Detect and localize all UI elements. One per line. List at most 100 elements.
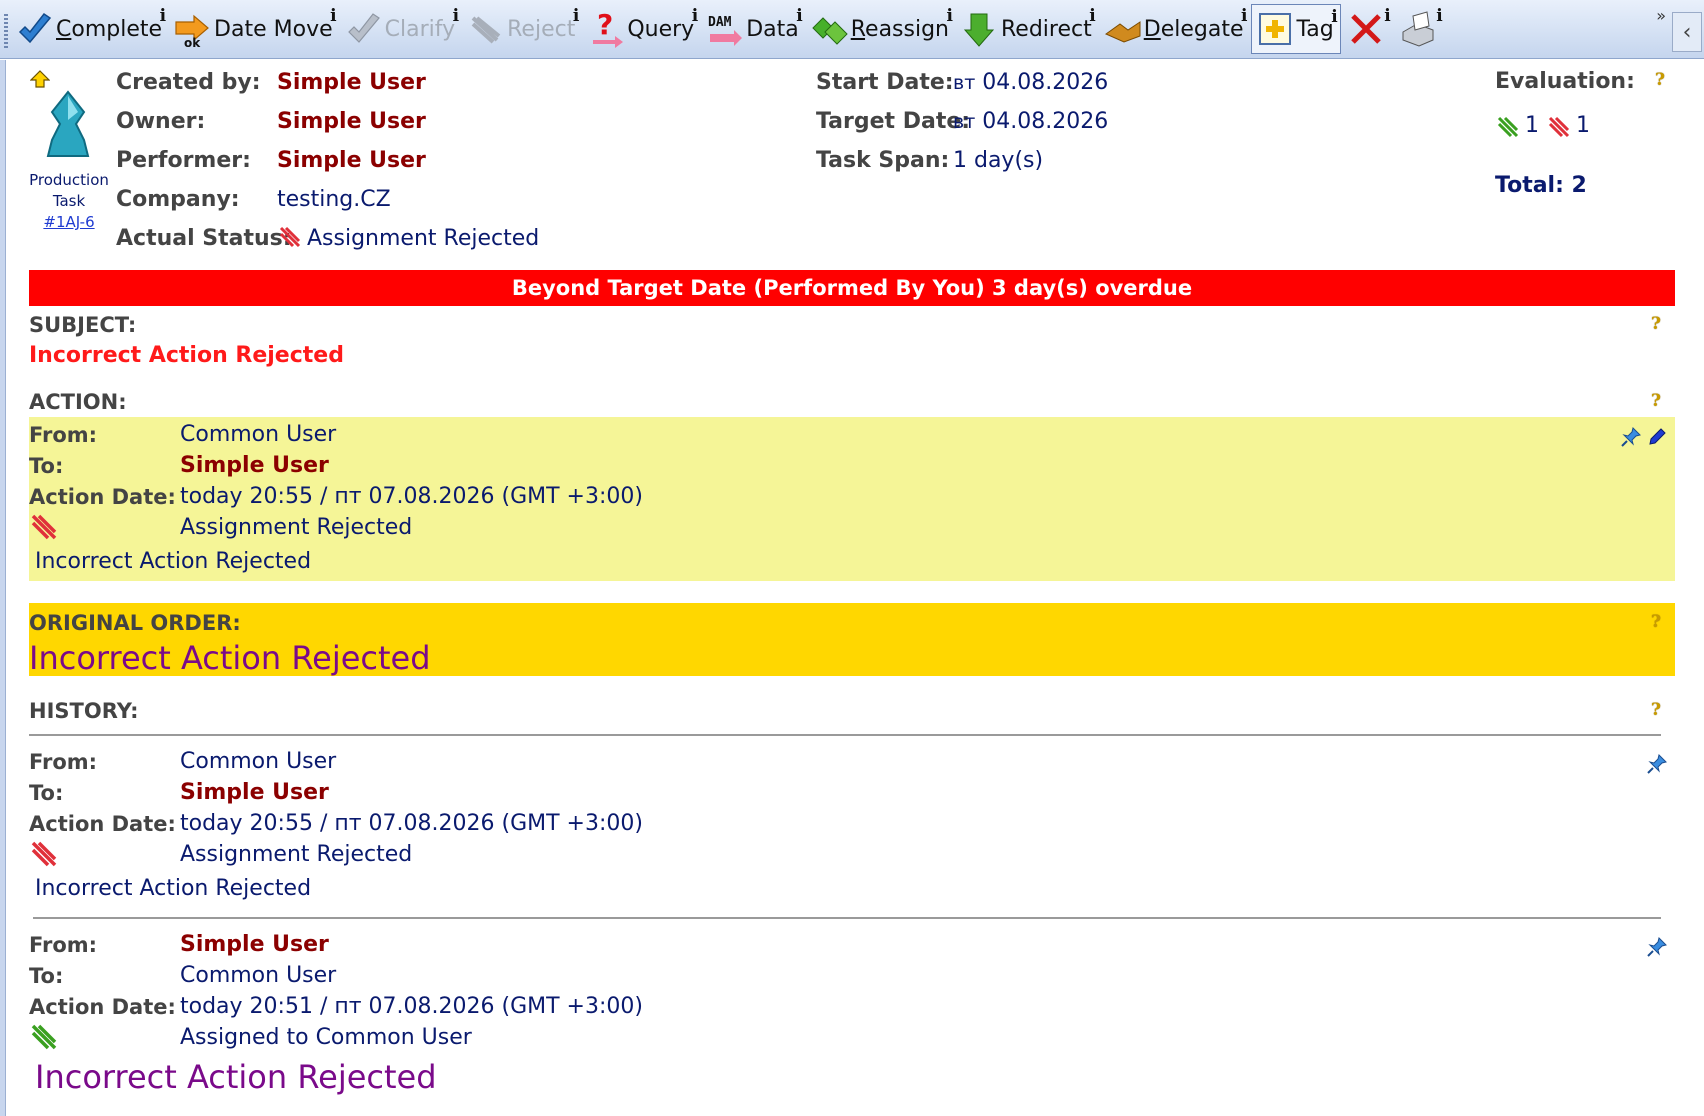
delegate-icon bbox=[1104, 21, 1141, 43]
pin-icon[interactable] bbox=[1647, 937, 1667, 957]
subject-help-icon[interactable]: ? bbox=[1648, 314, 1664, 334]
history-date-label: Action Date: bbox=[29, 812, 176, 836]
toolbar-grip[interactable] bbox=[4, 14, 8, 48]
date-move-sublabel: ok bbox=[184, 36, 201, 48]
complete-button[interactable]: Complete i bbox=[12, 4, 168, 54]
assignment-rejected-icon bbox=[31, 514, 57, 540]
reject-info-icon[interactable]: i bbox=[573, 6, 579, 26]
print-button[interactable]: i bbox=[1395, 4, 1445, 54]
history-from-value[interactable]: Common User bbox=[180, 749, 336, 774]
reassign-info-icon[interactable]: i bbox=[947, 6, 953, 26]
date-move-info-icon[interactable]: i bbox=[330, 6, 336, 26]
action-to-value[interactable]: Simple User bbox=[180, 453, 329, 478]
svg-text:?: ? bbox=[597, 10, 613, 41]
date-move-label: Date Move bbox=[214, 16, 333, 42]
redirect-icon bbox=[963, 13, 995, 47]
original-order-panel: ORIGINAL ORDER: Incorrect Action Rejecte… bbox=[29, 603, 1675, 677]
current-action-panel: From: Common User To: Simple User Action… bbox=[29, 417, 1675, 581]
action-from-value[interactable]: Common User bbox=[180, 422, 336, 447]
evaluation-label: Evaluation: bbox=[1495, 69, 1635, 94]
owner-label: Owner: bbox=[116, 109, 206, 134]
tag-button[interactable]: Tag i bbox=[1251, 4, 1341, 54]
complete-info-icon[interactable]: i bbox=[160, 6, 166, 26]
complete-icon bbox=[18, 12, 52, 44]
company-label: Company: bbox=[116, 187, 240, 212]
created-by-label: Created by: bbox=[116, 70, 261, 95]
subject-title: SUBJECT: bbox=[29, 313, 137, 337]
created-by-value[interactable]: Simple User bbox=[277, 70, 426, 95]
target-date-dow: вт bbox=[953, 111, 976, 133]
reject-icon bbox=[471, 16, 501, 44]
subject-text: Incorrect Action Rejected bbox=[29, 343, 344, 368]
history-to-value[interactable]: Simple User bbox=[180, 780, 329, 805]
performer-value[interactable]: Simple User bbox=[277, 148, 426, 173]
collapse-panel-button[interactable]: ‹ bbox=[1672, 12, 1702, 52]
toolbar-overflow-button[interactable]: » bbox=[1656, 6, 1666, 25]
clarify-button[interactable]: Clarify i bbox=[341, 4, 462, 54]
delete-button[interactable]: i bbox=[1343, 4, 1393, 54]
negative-evaluation-icon bbox=[1548, 116, 1570, 138]
history-date-value: today 20:55 / пт 07.08.2026 (GMT +3:00) bbox=[180, 811, 643, 836]
actual-status-text: Assignment Rejected bbox=[307, 226, 540, 251]
owner-value[interactable]: Simple User bbox=[277, 109, 426, 134]
delete-info-icon[interactable]: i bbox=[1384, 6, 1390, 26]
query-button[interactable]: ? Query i bbox=[583, 4, 700, 54]
reject-label: Reject bbox=[507, 16, 576, 42]
query-label: Query bbox=[627, 16, 695, 42]
window-frame-left bbox=[0, 60, 6, 1116]
data-info-icon[interactable]: i bbox=[796, 6, 802, 26]
original-order-text: Incorrect Action Rejected bbox=[29, 639, 431, 677]
clarify-label: Clarify bbox=[384, 16, 456, 42]
redirect-info-icon[interactable]: i bbox=[1089, 6, 1095, 26]
data-button[interactable]: DAM Data i bbox=[702, 4, 805, 54]
query-info-icon[interactable]: i bbox=[692, 6, 698, 26]
history-date-value: today 20:51 / пт 07.08.2026 (GMT +3:00) bbox=[180, 994, 643, 1019]
start-date-label: Start Date: bbox=[816, 70, 954, 95]
reassign-icon bbox=[812, 17, 848, 45]
reject-button[interactable]: Reject i bbox=[463, 4, 581, 54]
redirect-button[interactable]: Redirect i bbox=[957, 4, 1098, 54]
original-order-help-icon[interactable]: ? bbox=[1648, 612, 1664, 632]
positive-evaluation-count[interactable]: 1 bbox=[1525, 113, 1539, 138]
action-status-value: Assignment Rejected bbox=[180, 515, 413, 540]
action-from-label: From: bbox=[29, 423, 98, 447]
history-to-value[interactable]: Common User bbox=[180, 963, 336, 988]
action-message: Incorrect Action Rejected bbox=[35, 549, 312, 574]
target-date-label: Target Date: bbox=[816, 109, 971, 134]
reassign-button[interactable]: Reassign i bbox=[807, 4, 955, 54]
task-span-label: Task Span: bbox=[816, 148, 950, 173]
date-move-button[interactable]: ok Date Move i bbox=[170, 4, 339, 54]
history-to-label: To: bbox=[29, 781, 64, 805]
task-id-link[interactable]: #1AJ-6 bbox=[43, 213, 94, 231]
edit-icon[interactable] bbox=[1647, 427, 1667, 447]
positive-evaluation-icon bbox=[1497, 116, 1519, 138]
history-help-icon[interactable]: ? bbox=[1648, 700, 1664, 720]
start-date-value: вт 04.08.2026 bbox=[953, 70, 1108, 95]
data-icon: DAM bbox=[708, 15, 743, 46]
target-date-text: 04.08.2026 bbox=[982, 109, 1109, 134]
clarify-info-icon[interactable]: i bbox=[453, 6, 459, 26]
history-from-value[interactable]: Simple User bbox=[180, 932, 329, 957]
target-date-value: вт 04.08.2026 bbox=[953, 109, 1108, 134]
print-info-icon[interactable]: i bbox=[1436, 6, 1442, 26]
action-date-value: today 20:55 / пт 07.08.2026 (GMT +3:00) bbox=[180, 484, 643, 509]
action-help-icon[interactable]: ? bbox=[1648, 391, 1664, 411]
reassign-label-accel: R bbox=[850, 16, 866, 42]
actual-status-value: Assignment Rejected bbox=[279, 226, 539, 251]
tag-info-icon[interactable]: i bbox=[1331, 7, 1337, 27]
history-title: HISTORY: bbox=[29, 699, 139, 723]
production-task-icon bbox=[46, 90, 90, 157]
history-message: Incorrect Action Rejected bbox=[35, 876, 312, 901]
task-span-value: 1 day(s) bbox=[953, 148, 1044, 173]
delegate-button[interactable]: Delegate i bbox=[1100, 4, 1250, 54]
negative-evaluation-count[interactable]: 1 bbox=[1576, 113, 1590, 138]
delegate-label: elegate bbox=[1160, 16, 1244, 42]
up-arrow-icon[interactable] bbox=[30, 70, 50, 88]
evaluation-help-icon[interactable]: ? bbox=[1652, 70, 1668, 90]
pin-icon[interactable] bbox=[1621, 427, 1641, 447]
pin-icon[interactable] bbox=[1647, 754, 1667, 774]
company-value[interactable]: testing.CZ bbox=[277, 187, 391, 212]
task-kind-line2: Task bbox=[52, 192, 86, 210]
data-label: Data bbox=[746, 16, 799, 42]
delegate-info-icon[interactable]: i bbox=[1241, 6, 1247, 26]
